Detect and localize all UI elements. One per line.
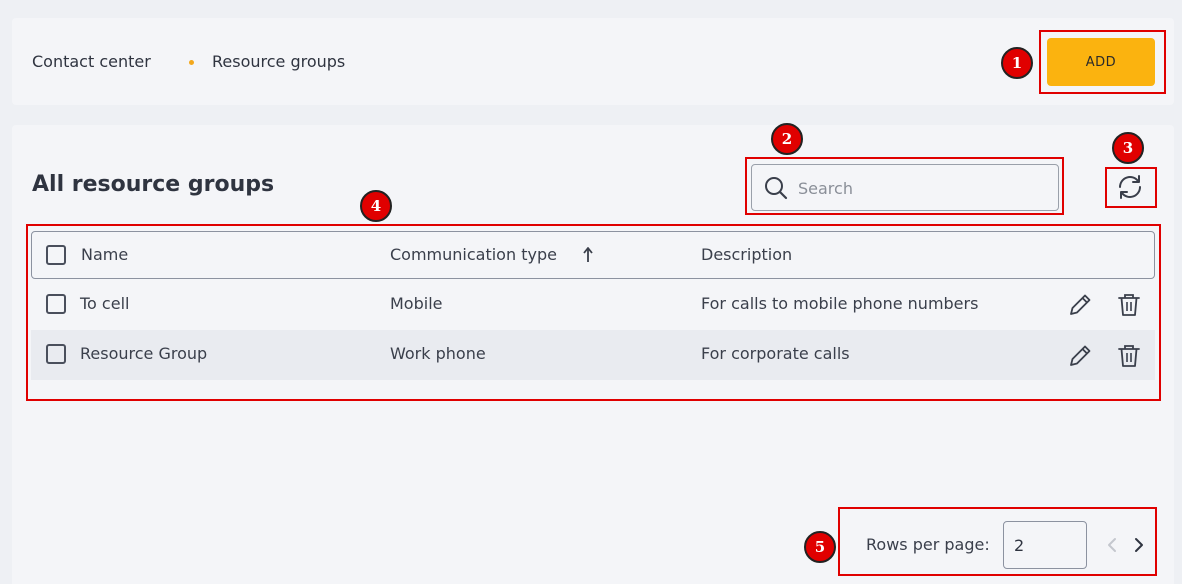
annotation-box-table [26,224,1161,401]
breadcrumb-item-contact-center[interactable]: Contact center [32,52,151,71]
annotation-box-pagination [838,507,1157,576]
annotation-badge: 5 [804,531,836,563]
breadcrumb-item-resource-groups: Resource groups [212,52,346,71]
header-bar [12,18,1174,105]
annotation-box-add [1039,30,1166,94]
annotation-badge: 1 [1001,47,1033,79]
annotation-box-refresh [1105,167,1157,208]
breadcrumb-separator [189,60,194,65]
annotation-box-search [745,157,1064,215]
annotation-badge: 2 [771,123,803,155]
page-title: All resource groups [32,172,275,197]
annotation-badge: 4 [360,190,392,222]
annotation-badge: 3 [1112,132,1144,164]
